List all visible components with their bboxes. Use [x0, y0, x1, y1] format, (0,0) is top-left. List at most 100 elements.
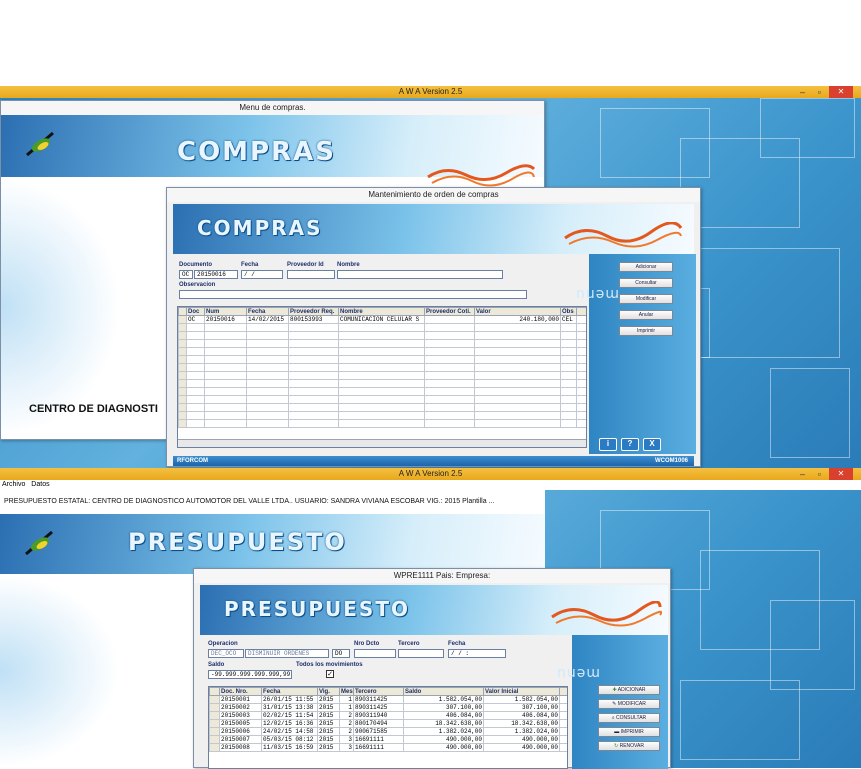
modificar-button[interactable]: ✎ MODIFICAR: [598, 699, 660, 709]
cell-saldo[interactable]: 18.342.638,00: [403, 719, 484, 728]
cell-vig[interactable]: 2015: [317, 719, 340, 728]
cell-valor[interactable]: 240.180,000: [474, 315, 561, 324]
table-row[interactable]: 20150007 05/03/15 08:12 2015 3 16691111 490.0…: [209, 735, 567, 744]
cell-proveedor-req[interactable]: 800153993: [288, 315, 339, 324]
cell-vig[interactable]: 2015: [317, 703, 340, 712]
col-proveedor-req[interactable]: Proveedor Req.: [288, 307, 339, 316]
table-row[interactable]: [178, 363, 586, 372]
cell-tercero[interactable]: 16691111: [353, 735, 404, 744]
table-row[interactable]: 20150001 26/01/15 11:55 2015 1 890311425 1.58…: [209, 695, 567, 704]
cell-doc-nro[interactable]: 20150006: [219, 727, 262, 736]
cell-num[interactable]: 20150016: [204, 315, 247, 324]
adicionar-button[interactable]: Adicionar: [619, 262, 673, 272]
cell-mes[interactable]: 2: [339, 711, 354, 720]
cell-saldo[interactable]: 490.000,00: [403, 735, 484, 744]
close-icon[interactable]: ✕: [829, 86, 853, 98]
imprimir-button[interactable]: ▬ IMPRIMIR: [598, 727, 660, 737]
col-nombre[interactable]: Nombre: [338, 307, 425, 316]
cell-fecha[interactable]: 05/03/15 08:12: [261, 735, 318, 744]
cell-saldo[interactable]: 307.100,00: [403, 703, 484, 712]
col-fecha[interactable]: Fecha: [261, 687, 318, 696]
cell-mes[interactable]: 3: [339, 743, 354, 752]
cell-saldo[interactable]: 490.000,00: [403, 743, 484, 752]
modificar-button[interactable]: Modificar: [619, 294, 673, 304]
cell-valor-inicial[interactable]: 406.084,00: [483, 711, 560, 720]
close-icon[interactable]: ✕: [829, 468, 853, 480]
col-valor-inicial[interactable]: Valor Inicial: [483, 687, 560, 696]
adicionar-button[interactable]: ✚ ADICIONAR: [598, 685, 660, 695]
cell-tercero[interactable]: 900671585: [353, 727, 404, 736]
tercero-field[interactable]: [398, 649, 444, 658]
cell-doc[interactable]: OC: [186, 315, 205, 324]
col-fecha[interactable]: Fecha: [246, 307, 289, 316]
restore-icon[interactable]: ▫: [818, 86, 821, 98]
col-obs[interactable]: Obs: [560, 307, 577, 316]
col-doc-nro[interactable]: Doc. Nro.: [219, 687, 262, 696]
consultar-button[interactable]: Consultar: [619, 278, 673, 288]
cell-tercero[interactable]: 890311940: [353, 711, 404, 720]
cell-doc-nro[interactable]: 20150007: [219, 735, 262, 744]
cell-tercero[interactable]: 890311425: [353, 695, 404, 704]
cell-mes[interactable]: 2: [339, 727, 354, 736]
table-row[interactable]: [178, 379, 586, 388]
cell-saldo[interactable]: 1.382.024,00: [403, 727, 484, 736]
doc-type-field[interactable]: OC: [179, 270, 193, 279]
consultar-button[interactable]: ⌕ CONSULTAR: [598, 713, 660, 723]
cell-valor-inicial[interactable]: 1.382.024,00: [483, 727, 560, 736]
doc-num-field[interactable]: 20150016: [194, 270, 238, 279]
cell-saldo[interactable]: 406.084,00: [403, 711, 484, 720]
table-row[interactable]: [178, 323, 586, 332]
menu-datos[interactable]: Datos: [31, 481, 49, 488]
proveedor-id-field[interactable]: [287, 270, 335, 279]
fecha-field[interactable]: / / :: [448, 649, 506, 658]
cell-tercero[interactable]: 16691111: [353, 743, 404, 752]
table-row[interactable]: [178, 411, 586, 420]
info-icon[interactable]: i: [599, 438, 617, 451]
col-mes[interactable]: Mes: [339, 687, 354, 696]
cell-fecha[interactable]: 14/02/2015: [246, 315, 289, 324]
col-saldo[interactable]: Saldo: [403, 687, 484, 696]
saldo-field[interactable]: -99.999.999.999.999,99: [208, 670, 292, 679]
cell-tercero[interactable]: 800170494: [353, 719, 404, 728]
table-row[interactable]: [178, 395, 586, 404]
menu-archivo[interactable]: Archivo: [2, 481, 25, 488]
cell-doc-nro[interactable]: 20150001: [219, 695, 262, 704]
col-num[interactable]: Num: [204, 307, 247, 316]
imprimir-button[interactable]: Imprimir: [619, 326, 673, 336]
table-row[interactable]: 20150003 02/02/15 11:54 2015 2 890311940 406.…: [209, 711, 567, 720]
renovar-button[interactable]: ↻ RENOVAR: [598, 741, 660, 751]
col-doc[interactable]: Doc: [186, 307, 205, 316]
cell-vig[interactable]: 2015: [317, 727, 340, 736]
cell-valor-inicial[interactable]: 1.582.054,00: [483, 695, 560, 704]
cell-valor-inicial[interactable]: 490.000,00: [483, 735, 560, 744]
table-row[interactable]: [178, 387, 586, 396]
cell-fecha[interactable]: 02/02/15 11:54: [261, 711, 318, 720]
cell-mes[interactable]: 1: [339, 703, 354, 712]
cell-fecha[interactable]: 26/01/15 11:55: [261, 695, 318, 704]
table-row[interactable]: [178, 339, 586, 348]
col-tercero[interactable]: Tercero: [353, 687, 404, 696]
operacion-code-field[interactable]: DEC_OCO: [208, 649, 244, 658]
nro-dcto-field[interactable]: [354, 649, 396, 658]
cell-fecha[interactable]: 11/03/15 16:59: [261, 743, 318, 752]
cell-nombre[interactable]: COMUNICACION CELULAR S: [338, 315, 425, 324]
cell-vig[interactable]: 2015: [317, 735, 340, 744]
cell-vig[interactable]: 2015: [317, 743, 340, 752]
exit-icon[interactable]: X: [643, 438, 661, 451]
cell-fecha[interactable]: 12/02/15 16:36: [261, 719, 318, 728]
table-row[interactable]: 20150006 24/02/15 14:58 2015 2 900671585 1.38…: [209, 727, 567, 736]
cell-fecha[interactable]: 24/02/15 14:58: [261, 727, 318, 736]
col-vig[interactable]: Vig.: [317, 687, 340, 696]
minimize-icon[interactable]: –: [800, 86, 805, 98]
minimize-icon[interactable]: –: [800, 468, 805, 480]
table-row[interactable]: [178, 419, 586, 428]
anular-button[interactable]: Anular: [619, 310, 673, 320]
cell-valor-inicial[interactable]: 307.100,00: [483, 703, 560, 712]
cell-proveedor-coti[interactable]: [424, 315, 475, 324]
cell-valor-inicial[interactable]: 18.342.638,00: [483, 719, 560, 728]
cell-obs[interactable]: CEL: [560, 315, 577, 324]
cell-valor-inicial[interactable]: 490.000,00: [483, 743, 560, 752]
col-valor[interactable]: Valor: [474, 307, 561, 316]
cell-saldo[interactable]: 1.582.054,00: [403, 695, 484, 704]
cell-doc-nro[interactable]: 20150005: [219, 719, 262, 728]
